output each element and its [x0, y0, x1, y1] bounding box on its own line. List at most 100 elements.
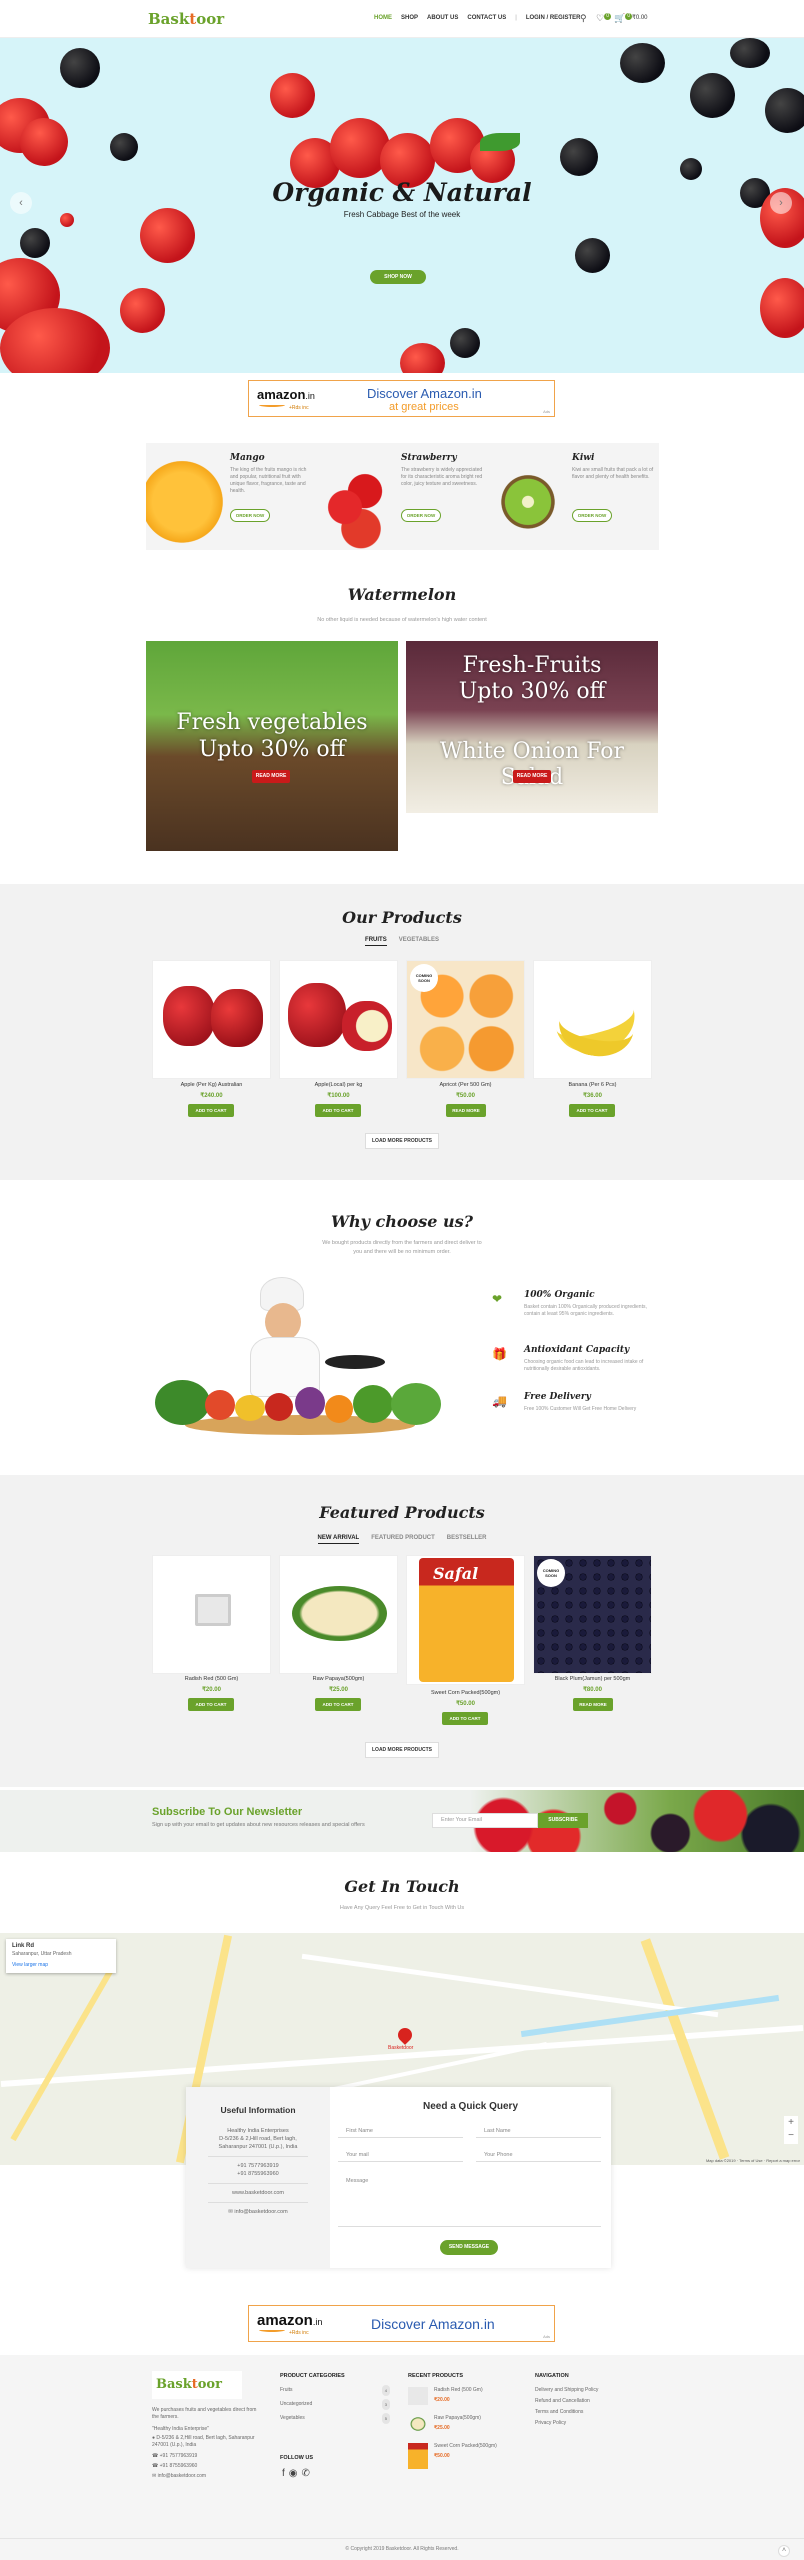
last-name-input[interactable]: Last Name	[476, 2125, 601, 2138]
product-image[interactable]	[152, 1555, 271, 1674]
add-to-cart-button[interactable]: ADD TO CART	[188, 1104, 234, 1117]
nav-shop[interactable]: SHOP	[401, 15, 418, 21]
footer-logo[interactable]: Basktoor	[152, 2371, 242, 2399]
view-larger-map-link[interactable]: View larger map	[12, 1962, 48, 1968]
order-now-button[interactable]: ORDER NOW	[401, 509, 441, 522]
product-image[interactable]: COMING SOON	[406, 960, 525, 1079]
footer-phone[interactable]: +91 8755963960	[160, 2463, 198, 2469]
facebook-icon[interactable]: f	[282, 2468, 289, 2479]
nav-contact[interactable]: CONTACT US	[467, 15, 506, 21]
product-name[interactable]: Apple (Per Kg) Australian	[152, 1082, 271, 1088]
promo-banner-fruits[interactable]: Fresh-Fruits Upto 30% off White Onion Fo…	[406, 641, 658, 813]
tab-vegetables[interactable]: VEGETABLES	[399, 937, 439, 945]
fruit-card-kiwi: Kiwi Kiwi are small fruits that pack a l…	[488, 443, 659, 550]
footer-nav-delivery[interactable]: Delivery and Shipping Policy	[535, 2385, 598, 2396]
site-logo[interactable]: Basktoor	[148, 10, 224, 28]
amazon-ad-banner[interactable]: amazon.in +Rds inc Discover Amazon.in at…	[248, 380, 555, 417]
tab-fruits[interactable]: FRUITS	[365, 937, 387, 946]
scroll-to-top-button[interactable]: ˄	[778, 2545, 790, 2557]
read-more-button[interactable]: READ MORE	[513, 770, 551, 783]
add-to-cart-button[interactable]: ADD TO CART	[569, 1104, 615, 1117]
tab-featured-product[interactable]: FEATURED PRODUCT	[371, 1535, 435, 1543]
slider-next-arrow[interactable]: ›	[770, 192, 792, 214]
fruit-description: The king of the fruits mango is rich and…	[230, 467, 307, 494]
footer-email[interactable]: info@basketdoor.com	[158, 2473, 206, 2479]
product-name[interactable]: Sweet Corn Packed(500gm)	[406, 1690, 525, 1696]
product-name[interactable]: Radish Red (500 Gm)	[152, 1676, 271, 1682]
map-marker-icon[interactable]	[395, 2025, 415, 2045]
read-more-button[interactable]: READ MORE	[252, 770, 290, 783]
product-name[interactable]: Apricot (Per 500 Gm)	[406, 1082, 525, 1088]
fruit-title: Kiwi	[572, 453, 595, 463]
product-name[interactable]: Black Plum(Jamun) per 500gm	[533, 1676, 652, 1682]
product-price: ₹20.00	[202, 1687, 221, 1693]
hero-shop-now-button[interactable]: SHOP NOW	[370, 270, 426, 284]
info-website[interactable]: www.basketdoor.com	[186, 2189, 330, 2197]
load-more-products-button[interactable]: LOAD MORE PRODUCTS	[365, 1742, 439, 1758]
wishlist-icon[interactable]: ♡ 0	[596, 13, 612, 24]
whatsapp-icon[interactable]: ✆	[302, 2468, 314, 2479]
instagram-icon[interactable]: ◉	[289, 2468, 302, 2479]
footer-category-vegetables[interactable]: Vegetables 5	[280, 2413, 390, 2424]
product-image[interactable]	[152, 960, 271, 1079]
info-email[interactable]: info@basketdoor.com	[234, 2209, 287, 2215]
email-input[interactable]: Your mail	[338, 2149, 463, 2162]
site-footer: Basktoor We purchases fruits and vegetab…	[0, 2355, 804, 2560]
first-name-input[interactable]: First Name	[338, 2125, 463, 2138]
product-name[interactable]: Apple(Local) per kg	[279, 1082, 398, 1088]
recent-product-name[interactable]: Radish Red (500 Gm)	[434, 2385, 483, 2396]
product-image[interactable]: COMING SOON	[533, 1555, 652, 1674]
product-image[interactable]	[279, 960, 398, 1079]
nav-home[interactable]: HOME	[374, 15, 392, 21]
map-zoom-controls[interactable]: + −	[784, 2116, 798, 2144]
order-now-button[interactable]: ORDER NOW	[572, 509, 612, 522]
read-more-button[interactable]: READ MORE	[446, 1104, 486, 1117]
nav-about[interactable]: ABOUT US	[427, 15, 458, 21]
footer-nav-refund[interactable]: Refund and Cancellation	[535, 2396, 590, 2407]
info-phone[interactable]: +91 7577963919	[186, 2162, 330, 2170]
blackberry-image	[560, 138, 598, 176]
slider-prev-arrow[interactable]: ‹	[10, 192, 32, 214]
add-to-cart-button[interactable]: ADD TO CART	[188, 1698, 234, 1711]
map-popup-subtitle: Saharanpur, Uttar Pradesh	[12, 1951, 72, 1957]
recent-product-thumb[interactable]	[408, 2415, 428, 2433]
footer-nav-terms[interactable]: Terms and Conditions	[535, 2407, 583, 2418]
recent-product-thumb[interactable]	[408, 2387, 428, 2405]
order-now-button[interactable]: ORDER NOW	[230, 509, 270, 522]
load-more-products-button[interactable]: LOAD MORE PRODUCTS	[365, 1133, 439, 1149]
login-register-link[interactable]: LOGIN / REGISTER	[526, 15, 581, 21]
amazon-ad-banner-bottom[interactable]: amazon.in +Rds inc Discover Amazon.in Ad…	[248, 2305, 555, 2342]
recent-product-thumb[interactable]	[408, 2443, 428, 2469]
tab-bestseller[interactable]: BESTSELLER	[447, 1535, 487, 1543]
footer-nav-privacy[interactable]: Privacy Policy	[535, 2418, 566, 2429]
product-image[interactable]: Safal	[406, 1555, 525, 1685]
strawberry-image	[317, 443, 397, 550]
cart-icon[interactable]: 🛒 0	[614, 13, 633, 24]
read-more-button[interactable]: READ MORE	[573, 1698, 613, 1711]
product-name[interactable]: Raw Papaya(500gm)	[279, 1676, 398, 1682]
cart-total[interactable]: ₹0.00	[632, 14, 648, 21]
add-to-cart-button[interactable]: ADD TO CART	[315, 1698, 361, 1711]
add-to-cart-button[interactable]: ADD TO CART	[442, 1712, 488, 1725]
recent-product-name[interactable]: Sweet Corn Packed(500gm)	[434, 2441, 497, 2452]
newsletter-email-input[interactable]: Enter Your Email	[432, 1813, 538, 1828]
product-image[interactable]	[533, 960, 652, 1079]
product-name[interactable]: Banana (Per 6 Pcs)	[533, 1082, 652, 1088]
search-icon[interactable]: ⚲	[580, 13, 587, 24]
product-image[interactable]	[279, 1555, 398, 1674]
send-message-button[interactable]: SEND MESSAGE	[440, 2240, 498, 2255]
phone-input[interactable]: Your Phone	[476, 2149, 601, 2162]
blackberry-image	[680, 158, 702, 180]
tab-new-arrival[interactable]: NEW ARRIVAL	[317, 1535, 360, 1544]
footer-category-fruits[interactable]: Fruits 4	[280, 2385, 390, 2396]
recent-product-name[interactable]: Raw Papaya(500gm)	[434, 2413, 481, 2424]
footer-category-uncategorized[interactable]: Uncategorized 3	[280, 2399, 390, 2410]
info-phone[interactable]: +91 8755963960	[186, 2170, 330, 2178]
subscribe-button[interactable]: SUBSCRIBE	[538, 1813, 588, 1828]
blackberry-image	[20, 228, 50, 258]
promo-banner-vegetables[interactable]: Fresh vegetables Upto 30% off READ MORE	[146, 641, 398, 851]
footer-recent-title: RECENT PRODUCTS	[408, 2373, 464, 2379]
message-textarea[interactable]: Message	[338, 2175, 601, 2227]
footer-phone[interactable]: +91 7577963919	[160, 2453, 198, 2459]
add-to-cart-button[interactable]: ADD TO CART	[315, 1104, 361, 1117]
